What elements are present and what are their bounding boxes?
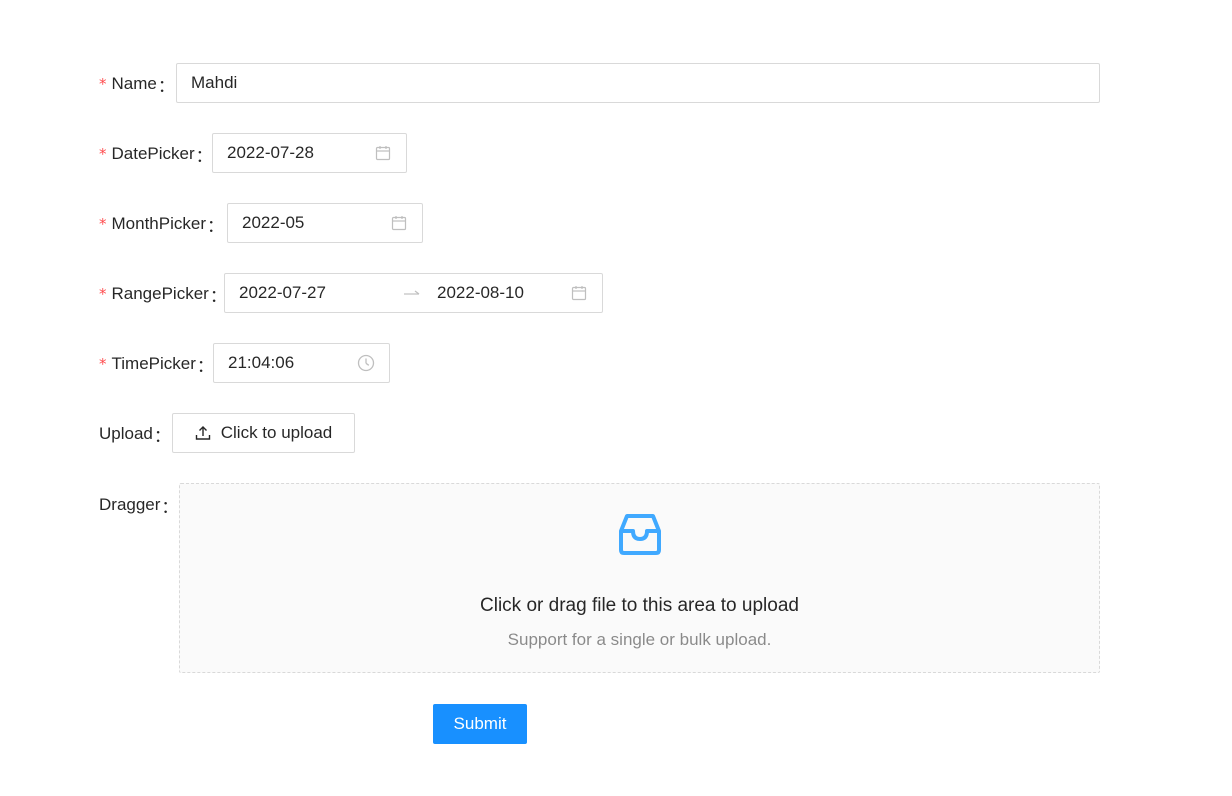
range-end-input[interactable]: 2022-08-10 <box>437 283 570 303</box>
time-picker-value: 21:04:06 <box>228 353 295 372</box>
time-picker[interactable]: 21:04:06 <box>213 343 390 383</box>
month-picker-value: 2022-05 <box>242 213 305 232</box>
range-start-input[interactable]: 2022-07-27 <box>239 283 389 303</box>
rangepicker-label: * RangePicker： <box>99 284 227 306</box>
upload-label-text: Upload <box>99 424 153 443</box>
upload-icon <box>195 425 211 441</box>
dragger-label: Dragger： <box>99 495 179 517</box>
arrow-right-icon <box>403 288 423 298</box>
name-label: * Name： <box>99 74 175 96</box>
monthpicker-label-text: MonthPicker <box>111 214 206 233</box>
submit-button[interactable]: Submit <box>433 704 527 744</box>
calendar-icon <box>374 144 392 162</box>
datepicker-label: * DatePicker： <box>99 144 213 166</box>
inbox-icon <box>616 510 664 563</box>
monthpicker-label: * MonthPicker： <box>99 214 224 236</box>
dragger-label-text: Dragger <box>99 495 161 514</box>
timepicker-label-text: TimePicker <box>111 354 196 373</box>
rangepicker-label-text: RangePicker <box>111 284 209 303</box>
calendar-icon <box>390 214 408 232</box>
required-mark: * <box>99 145 107 163</box>
name-input-value: Mahdi <box>191 73 238 92</box>
dragger-text: Click or drag file to this area to uploa… <box>480 595 799 616</box>
clock-icon <box>357 354 375 372</box>
name-input[interactable]: Mahdi <box>176 63 1100 103</box>
date-picker[interactable]: 2022-07-28 <box>212 133 407 173</box>
month-picker[interactable]: 2022-05 <box>227 203 423 243</box>
datepicker-label-text: DatePicker <box>111 144 195 163</box>
range-picker[interactable]: 2022-07-27 2022-08-10 <box>224 273 603 313</box>
required-mark: * <box>99 75 107 93</box>
calendar-icon <box>570 284 588 302</box>
upload-button-label: Click to upload <box>220 423 333 442</box>
dragger-hint: Support for a single or bulk upload. <box>507 630 772 649</box>
timepicker-label: * TimePicker： <box>99 354 214 376</box>
required-mark: * <box>99 285 107 303</box>
upload-label: Upload： <box>99 424 171 446</box>
upload-dragger[interactable]: Click or drag file to this area to uploa… <box>179 483 1100 673</box>
required-mark: * <box>99 215 107 233</box>
name-label-text: Name <box>111 74 157 93</box>
date-picker-value: 2022-07-28 <box>227 143 314 162</box>
upload-button[interactable]: Click to upload <box>172 413 355 453</box>
required-mark: * <box>99 355 107 373</box>
